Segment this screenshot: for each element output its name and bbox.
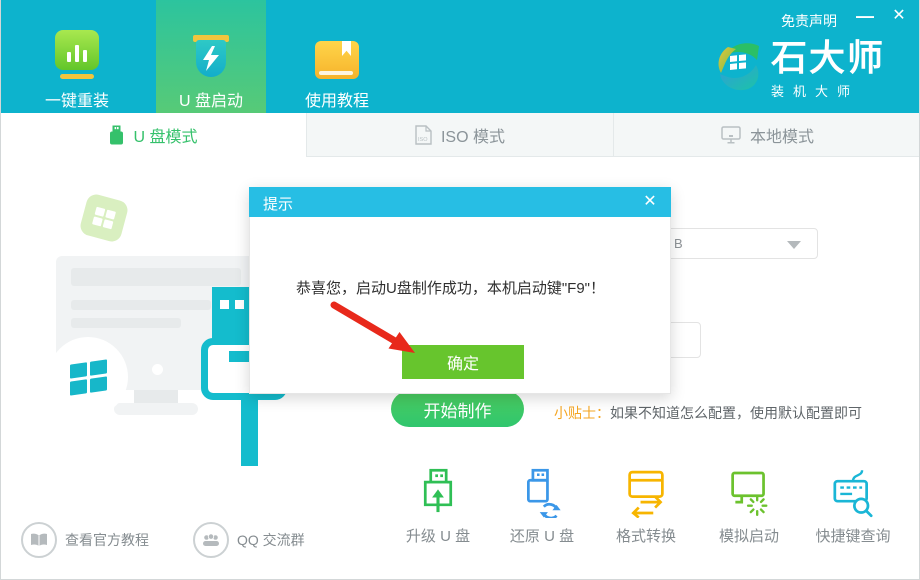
tab-label: 本地模式 xyxy=(750,123,814,147)
brand-logo-icon xyxy=(713,38,763,94)
brand-logo: 石大师 装机大师 xyxy=(713,38,885,100)
nav-item-tutorial[interactable]: 使用教程 xyxy=(291,0,383,113)
tab-local-mode[interactable]: 本地模式 xyxy=(614,113,920,157)
nav-item-usb-boot[interactable]: U 盘启动 xyxy=(156,0,266,113)
usb-cable-illustration xyxy=(241,399,258,466)
app-window: 一键重装 U 盘启动 使用教程 免责声明 — ✕ xyxy=(0,0,920,580)
close-button[interactable]: ✕ xyxy=(885,3,913,29)
official-tutorial-link[interactable]: 查看官方教程 xyxy=(21,522,149,558)
nav-item-onekey-reinstall[interactable]: 一键重装 xyxy=(31,0,123,113)
usb-stick-icon xyxy=(109,125,124,145)
tool-restore-usb[interactable]: 还原 U 盘 xyxy=(487,468,597,546)
tab-iso-mode[interactable]: ISO ISO 模式 xyxy=(307,113,614,157)
brand-tagline: 装机大师 xyxy=(771,81,885,100)
tool-upgrade-usb[interactable]: 升级 U 盘 xyxy=(383,468,493,546)
dialog-titlebar: 提示 ✕ xyxy=(249,187,671,217)
minimize-button[interactable]: — xyxy=(851,3,879,29)
qq-group-link[interactable]: QQ 交流群 xyxy=(193,522,305,558)
nav-label: 使用教程 xyxy=(305,87,369,111)
windows-card-illustration xyxy=(78,192,129,243)
tool-format-convert[interactable]: 格式转换 xyxy=(591,468,701,546)
brand-name: 石大师 xyxy=(771,38,885,78)
mode-tabbar: U 盘模式 ISO ISO 模式 本地模式 xyxy=(1,113,920,157)
windows-logo-badge xyxy=(48,337,128,417)
usb-restore-icon xyxy=(522,468,562,518)
disclaimer-link[interactable]: 免责声明 xyxy=(781,11,837,31)
usb-plug-illustration xyxy=(212,287,252,339)
tip-label: 小贴士： xyxy=(554,405,610,421)
titlebar: 一键重装 U 盘启动 使用教程 免责声明 — ✕ xyxy=(1,0,920,113)
bar-chart-icon xyxy=(55,35,99,79)
nav-label: 一键重装 xyxy=(45,87,109,111)
shield-lightning-icon xyxy=(191,35,231,79)
tool-label: 快捷键查询 xyxy=(815,525,890,546)
dialog-close-button[interactable]: ✕ xyxy=(639,191,661,213)
hotkey-search-icon xyxy=(833,468,873,518)
tab-usb-mode[interactable]: U 盘模式 xyxy=(1,113,307,157)
book-icon xyxy=(315,35,359,79)
chevron-down-icon xyxy=(787,241,801,249)
dialog-title: 提示 xyxy=(263,193,293,214)
usb-upgrade-icon xyxy=(418,468,458,518)
usb-drive-select-value: B xyxy=(674,236,683,251)
start-create-button[interactable]: 开始制作 xyxy=(391,391,524,427)
people-group-icon xyxy=(193,522,229,558)
format-convert-icon xyxy=(626,468,666,518)
monitor-icon xyxy=(721,126,741,144)
open-book-icon xyxy=(21,522,57,558)
tab-label: U 盘模式 xyxy=(133,123,197,147)
success-dialog: 提示 ✕ 恭喜您，启动U盘制作成功，本机启动键"F9"！ 确定 xyxy=(249,187,671,394)
tool-hotkey-search[interactable]: 快捷键查询 xyxy=(798,468,908,546)
nav-label: U 盘启动 xyxy=(179,87,243,111)
footer-link-label: 查看官方教程 xyxy=(65,530,149,550)
svg-text:ISO: ISO xyxy=(418,137,428,143)
tip-line: 小贴士：如果不知道怎么配置，使用默认配置即可 xyxy=(554,403,862,423)
footer-link-label: QQ 交流群 xyxy=(237,530,305,550)
ok-button[interactable]: 确定 xyxy=(402,345,524,379)
tool-label: 格式转换 xyxy=(616,525,676,546)
simulate-boot-icon xyxy=(729,468,769,518)
tab-label: ISO 模式 xyxy=(441,123,505,147)
tool-label: 升级 U 盘 xyxy=(406,525,470,546)
tip-text: 如果不知道怎么配置，使用默认配置即可 xyxy=(610,405,862,421)
tool-simulate-boot[interactable]: 模拟启动 xyxy=(694,468,804,546)
tool-label: 还原 U 盘 xyxy=(510,525,574,546)
tool-label: 模拟启动 xyxy=(719,525,779,546)
dialog-body: 恭喜您，启动U盘制作成功，本机启动键"F9"！ 确定 xyxy=(249,217,671,394)
dialog-message: 恭喜您，启动U盘制作成功，本机启动键"F9"！ xyxy=(296,277,605,298)
iso-file-icon: ISO xyxy=(415,125,432,145)
